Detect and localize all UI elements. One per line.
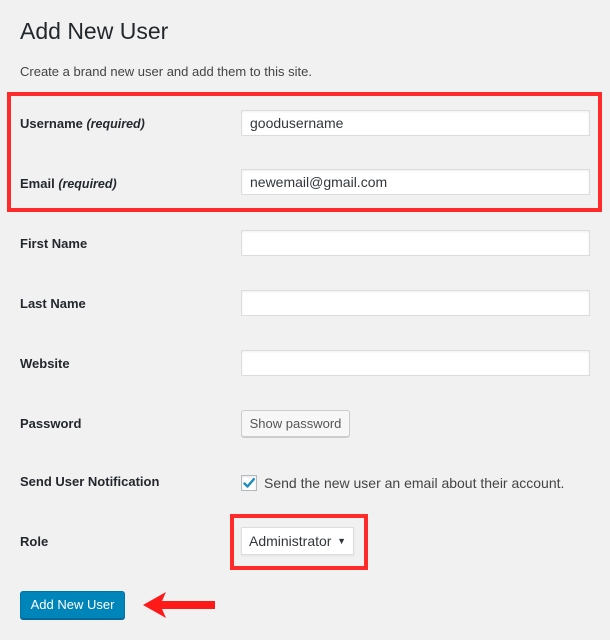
first-name-input[interactable]	[241, 230, 590, 256]
last-name-input[interactable]	[241, 290, 590, 316]
notification-checkbox[interactable]	[241, 475, 257, 491]
username-label-text: Username	[20, 116, 83, 131]
show-password-button[interactable]: Show password	[241, 410, 350, 437]
page-description: Create a brand new user and add them to …	[20, 64, 312, 79]
checkmark-icon	[243, 478, 255, 488]
page-title: Add New User	[20, 18, 169, 44]
notification-label: Send User Notification	[20, 474, 160, 489]
email-label: Email (required)	[20, 175, 117, 193]
role-selected-value: Administrator	[249, 533, 332, 549]
email-label-text: Email	[20, 176, 55, 191]
username-label: Username (required)	[20, 115, 145, 133]
chevron-down-icon: ▼	[337, 536, 346, 546]
website-label: Website	[20, 356, 70, 371]
role-select[interactable]: Administrator ▼	[241, 527, 354, 555]
left-arrow-icon	[143, 592, 215, 618]
last-name-label: Last Name	[20, 296, 86, 311]
role-label: Role	[20, 534, 49, 549]
first-name-label: First Name	[20, 236, 88, 251]
website-input[interactable]	[241, 350, 590, 376]
email-required-note: (required)	[58, 177, 117, 191]
add-new-user-button[interactable]: Add New User	[20, 591, 125, 619]
password-label: Password	[20, 416, 82, 431]
username-required-note: (required)	[86, 117, 145, 131]
email-input[interactable]	[241, 169, 590, 195]
notification-checkbox-label[interactable]: Send the new user an email about their a…	[264, 474, 564, 492]
username-input[interactable]	[241, 110, 590, 136]
